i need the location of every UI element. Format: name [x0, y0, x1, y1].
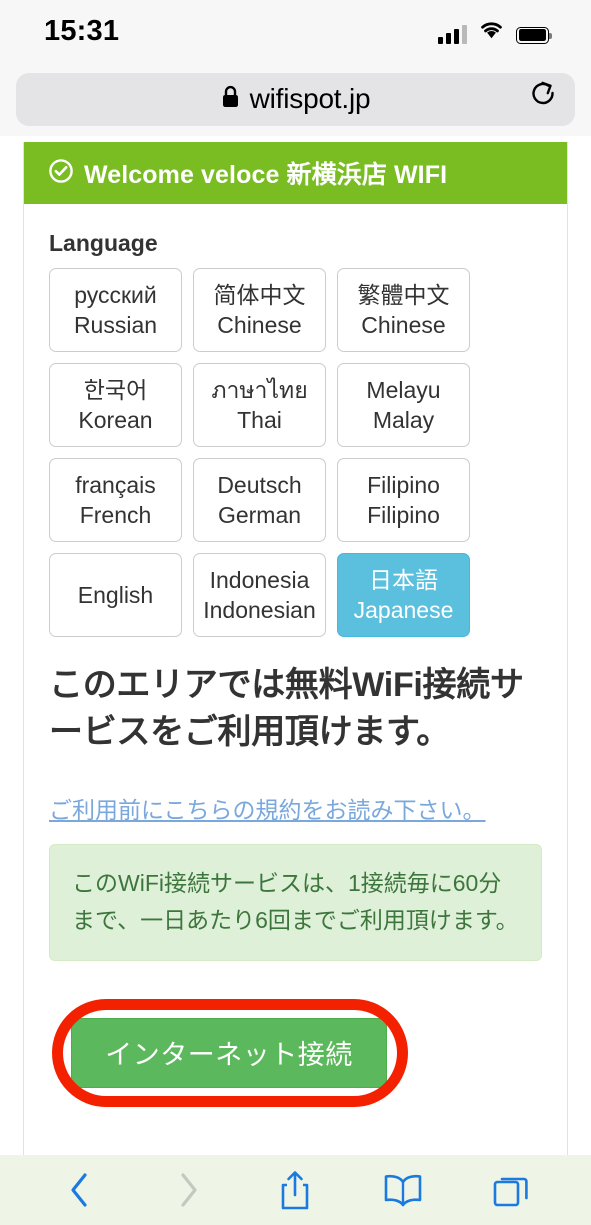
connect-button-area: インターネット接続 [49, 998, 542, 1111]
portal-header: Welcome veloce 新横浜店 WIFI [24, 142, 567, 204]
language-section-label: Language [49, 230, 158, 256]
language-native-label: Deutsch [217, 471, 302, 498]
language-english-label: Russian [73, 312, 158, 338]
tabs-icon[interactable] [476, 1160, 546, 1220]
language-english-label: French [79, 502, 152, 528]
language-native-label: 简体中文 [213, 281, 306, 308]
safari-address-bar-container: wifispot.jp [0, 62, 591, 136]
language-button-french[interactable]: français French [49, 458, 182, 542]
language-native-label: 繁體中文 [357, 281, 450, 308]
language-english-label: Indonesian [203, 597, 316, 623]
page-headline: このエリアでは無料WiFi接続サービスをご利用頂けます。 [49, 666, 524, 751]
language-button-filipino[interactable]: Filipino Filipino [337, 458, 470, 542]
language-button-traditional-chinese[interactable]: 繁體中文 Chinese [337, 268, 470, 352]
web-page-viewport: Welcome veloce 新横浜店 WIFI Language русски… [0, 136, 591, 1155]
language-english-label: Chinese [361, 312, 446, 338]
language-button-japanese[interactable]: 日本語 Japanese [337, 553, 470, 637]
portal-body: Language русский Russian 简体中文 Chinese 繁體… [24, 204, 567, 1111]
language-english-label: Filipino [367, 502, 440, 528]
language-native-label: 日本語 [369, 566, 438, 593]
language-button-simplified-chinese[interactable]: 简体中文 Chinese [193, 268, 326, 352]
ios-status-bar: 15:31 [0, 0, 591, 62]
portal-title: Welcome veloce 新横浜店 WIFI [84, 161, 448, 189]
safari-bottom-toolbar [0, 1155, 591, 1225]
language-button-indonesian[interactable]: Indonesia Indonesian [193, 553, 326, 637]
share-icon[interactable] [260, 1160, 330, 1220]
language-button-english[interactable]: English [49, 553, 182, 637]
language-native-label: Melayu [366, 376, 441, 403]
language-button-thai[interactable]: ภาษาไทย Thai [193, 363, 326, 447]
status-bar-icons [438, 19, 552, 44]
phone-screen: 15:31 wifispot.jp Welcome veloce 新横浜店 WI… [0, 0, 591, 1225]
status-bar-clock: 15:31 [44, 14, 120, 47]
wifi-icon [478, 19, 505, 44]
bookmarks-icon[interactable] [368, 1160, 438, 1220]
language-english-label: Thai [237, 407, 282, 433]
terms-link[interactable]: ご利用前にこちらの規約をお読み下さい。 [49, 794, 542, 826]
lock-icon [221, 85, 240, 114]
language-english-label: Korean [78, 407, 153, 433]
language-native-label: français [75, 471, 156, 498]
check-circle-icon [48, 158, 74, 189]
connect-button[interactable]: インターネット接続 [71, 1017, 387, 1088]
captive-portal-panel: Welcome veloce 新横浜店 WIFI Language русски… [23, 142, 568, 1155]
language-native-label: ภาษาไทย [211, 376, 308, 403]
language-native-label: 한국어 [83, 376, 148, 403]
back-icon[interactable] [45, 1160, 115, 1220]
language-native-label: русский [74, 281, 157, 308]
language-native-label: Filipino [367, 471, 440, 498]
forward-icon [153, 1160, 223, 1220]
language-button-malay[interactable]: Melayu Malay [337, 363, 470, 447]
usage-info-box: このWiFi接続サービスは、1接続毎に60分まで、一日あたり6回までご利用頂けま… [49, 844, 542, 961]
language-english-label: German [217, 502, 302, 528]
battery-icon [516, 26, 552, 44]
language-native-label: English [77, 581, 154, 608]
language-button-russian[interactable]: русский Russian [49, 268, 182, 352]
language-button-korean[interactable]: 한국어 Korean [49, 363, 182, 447]
language-grid: русский Russian 简体中文 Chinese 繁體中文 Chines… [49, 268, 542, 637]
language-english-label: Japanese [353, 597, 454, 623]
language-button-german[interactable]: Deutsch German [193, 458, 326, 542]
address-bar[interactable]: wifispot.jp [16, 72, 575, 126]
reload-icon[interactable] [529, 81, 559, 118]
language-english-label: Malay [372, 407, 435, 433]
language-native-label: Indonesia [209, 566, 310, 593]
language-english-label: Chinese [217, 312, 302, 338]
cellular-signal-icon [438, 24, 467, 44]
url-text: wifispot.jp [249, 83, 371, 114]
